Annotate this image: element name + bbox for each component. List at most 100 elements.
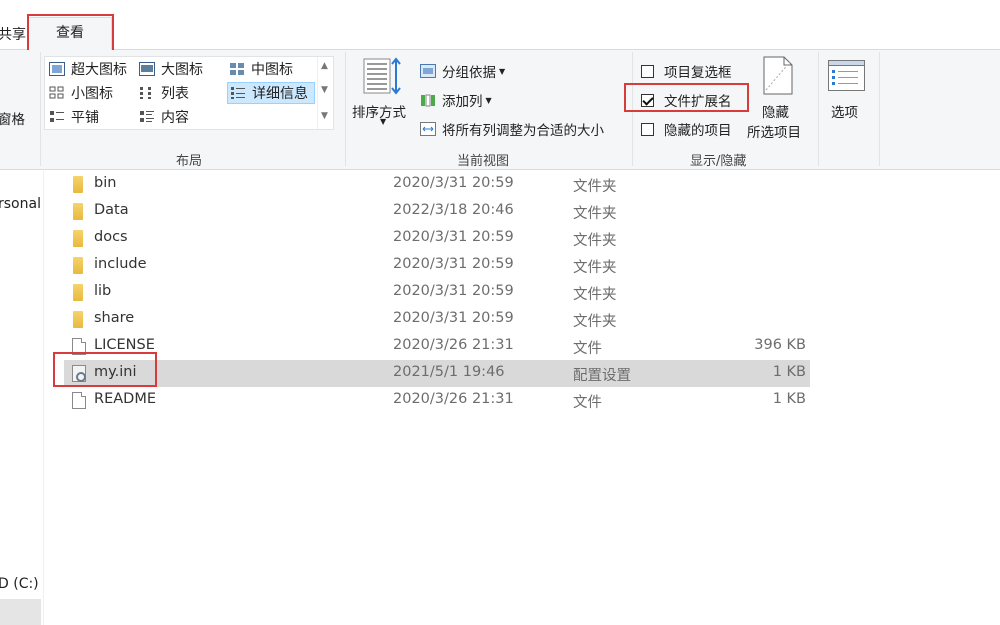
list-icon [139,86,155,100]
gallery-scrollbar[interactable]: ▲ ▼ ▼ [317,57,333,129]
file-name: my.ini [94,364,137,380]
folder-icon [73,311,83,328]
nav-item-personal[interactable]: rsonal [0,196,41,212]
content-icon [139,110,155,124]
group-by-dropdown-icon: ▼ [499,66,506,76]
hide-selected-items-icon[interactable] [760,56,794,100]
file-date: 2020/3/31 20:59 [393,310,514,326]
group-by-icon [420,64,436,78]
scroll-up-icon[interactable]: ▲ [321,61,328,71]
file-row[interactable]: docs 2020/3/31 20:59 文件夹 [64,225,810,252]
file-list: bin 2020/3/31 20:59 文件夹 Data 2022/3/18 20:46… [44,171,1000,625]
options-button[interactable]: 选项 [831,101,858,121]
file-row[interactable]: lib 2020/3/31 20:59 文件夹 [64,279,810,306]
file-name: README [94,391,156,407]
file-type: 文件夹 [573,179,617,195]
hide-selected-label-2[interactable]: 所选项目 [747,121,801,141]
file-date: 2022/3/18 20:46 [393,202,514,218]
file-row[interactable]: LICENSE 2020/3/26 21:31 文件 396 KB [64,333,810,360]
file-name: include [94,256,147,272]
folder-icon [73,257,83,274]
file-name: docs [94,229,128,245]
file-name: lib [94,283,112,299]
item-checkboxes-checkbox[interactable] [641,64,654,78]
group-label-show-hide: 显示/隐藏 [690,154,747,169]
gallery-more-icon[interactable]: ▼ [321,111,328,121]
scroll-down-icon[interactable]: ▼ [321,85,328,95]
file-size: 1 KB [772,364,806,380]
size-columns-icon [420,122,436,136]
layout-large-icons[interactable]: 大图标 [137,58,203,80]
item-checkboxes-toggle[interactable]: 项目复选框 [641,61,732,81]
sort-by-icon[interactable] [363,57,403,101]
sort-by-button[interactable]: 排序方式 [352,101,406,121]
hide-selected-label-1[interactable]: 隐藏 [762,101,789,121]
navigation-pane: rsonal D (C:) [0,171,44,625]
file-type: 文件夹 [573,314,617,330]
file-type: 配置设置 [573,368,631,384]
nav-item-selected[interactable] [0,599,41,625]
options-icon[interactable] [828,60,866,96]
file-type: 文件夹 [573,233,617,249]
layout-content[interactable]: 内容 [137,106,189,128]
pane-label[interactable]: 窗格 [0,108,25,128]
file-row[interactable]: README 2020/3/26 21:31 文件 1 KB [64,387,810,414]
ribbon-tab-bar: 共享 查看 [0,0,1000,53]
file-type: 文件夹 [573,260,617,276]
layout-tiles[interactable]: 平铺 [47,106,99,128]
small-icons-icon [49,86,65,100]
large-icons-icon [139,62,155,76]
tiles-icon [49,110,65,124]
file-date: 2020/3/31 20:59 [393,256,514,272]
layout-medium-icons[interactable]: 中图标 [227,58,293,80]
file-row[interactable]: include 2020/3/31 20:59 文件夹 [64,252,810,279]
layout-details[interactable]: 详细信息 [227,82,315,104]
file-row[interactable]: my.ini 2021/5/1 19:46 配置设置 1 KB [64,360,810,387]
file-type: 文件 [573,341,602,357]
medium-icons-icon [229,62,245,76]
file-date: 2020/3/31 20:59 [393,175,514,191]
file-size: 1 KB [772,391,806,407]
group-label-layout: 布局 [176,154,203,169]
file-name: Data [94,202,129,218]
add-columns-icon [420,93,436,107]
layout-extra-large-icons[interactable]: 超大图标 [47,58,127,80]
nav-item-drive-c[interactable]: D (C:) [0,576,39,592]
hidden-items-checkbox[interactable] [641,122,654,136]
folder-icon [73,230,83,247]
file-type: 文件 [573,395,602,411]
size-all-columns-button[interactable]: 将所有列调整为合适的大小 [420,119,604,139]
sort-by-dropdown-icon[interactable]: ▼ [380,117,386,126]
hidden-items-toggle[interactable]: 隐藏的项目 [641,119,732,139]
ribbon-view: 窗格 超大图标 大图标 中图标 小图标 列表 详细信息 平铺 内容 ▲ ▼ ▼ … [0,50,1000,170]
file-extensions-checkbox[interactable] [641,93,654,107]
file-name: LICENSE [94,337,155,353]
tab-share[interactable]: 共享 [0,24,26,44]
folder-icon [73,176,83,193]
group-by-button[interactable]: 分组依据 ▼ [420,61,505,81]
layout-small-icons[interactable]: 小图标 [47,82,113,104]
file-size: 396 KB [754,337,806,353]
folder-icon [73,203,83,220]
layout-gallery: 超大图标 大图标 中图标 小图标 列表 详细信息 平铺 内容 ▲ ▼ ▼ [44,56,334,130]
tab-view[interactable]: 查看 [28,17,112,52]
file-name: bin [94,175,117,191]
extra-large-icons-icon [49,62,65,76]
add-columns-dropdown-icon: ▼ [485,95,492,105]
file-type: 文件夹 [573,287,617,303]
file-icon [72,338,86,355]
file-extensions-toggle[interactable]: 文件扩展名 [641,90,732,110]
file-date: 2020/3/26 21:31 [393,391,514,407]
details-icon [230,86,246,100]
layout-list[interactable]: 列表 [137,82,189,104]
add-columns-button[interactable]: 添加列 ▼ [420,90,492,110]
file-row[interactable]: share 2020/3/31 20:59 文件夹 [64,306,810,333]
folder-icon [73,284,83,301]
file-date: 2020/3/31 20:59 [393,283,514,299]
file-row[interactable]: bin 2020/3/31 20:59 文件夹 [64,171,810,198]
file-row[interactable]: Data 2022/3/18 20:46 文件夹 [64,198,810,225]
file-date: 2020/3/26 21:31 [393,337,514,353]
file-date: 2020/3/31 20:59 [393,229,514,245]
file-name: share [94,310,135,326]
settings-file-icon [72,365,86,382]
